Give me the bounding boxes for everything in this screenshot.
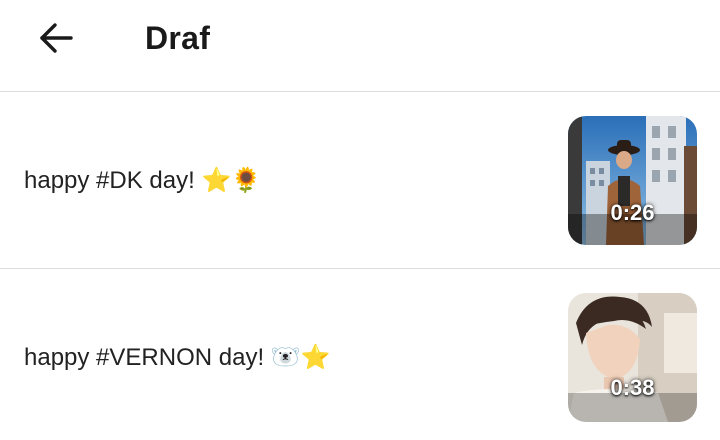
back-button[interactable] — [30, 14, 82, 62]
video-thumbnail[interactable]: 0:38 — [568, 293, 697, 422]
video-thumbnail[interactable]: 0:26 — [568, 116, 697, 245]
draft-caption: happy #DK day! ⭐🌻 — [24, 167, 262, 194]
arrow-left-icon — [40, 23, 73, 53]
top-bar: Draf — [0, 0, 720, 92]
thumbnail-image — [568, 293, 697, 422]
draft-item[interactable]: happy #VERNON day! 🐻‍❄️⭐ 0:38 — [0, 269, 720, 440]
video-duration: 0:38 — [610, 375, 655, 400]
draft-caption: happy #VERNON day! 🐻‍❄️⭐ — [24, 344, 331, 371]
page-title: Draf — [145, 20, 211, 56]
draft-item[interactable]: happy #DK day! ⭐🌻 0:26 — [0, 92, 720, 269]
drafts-screen: Draf happy #DK day! ⭐🌻 0:26 happy #VERNO… — [0, 0, 720, 440]
video-duration: 0:26 — [610, 200, 655, 225]
